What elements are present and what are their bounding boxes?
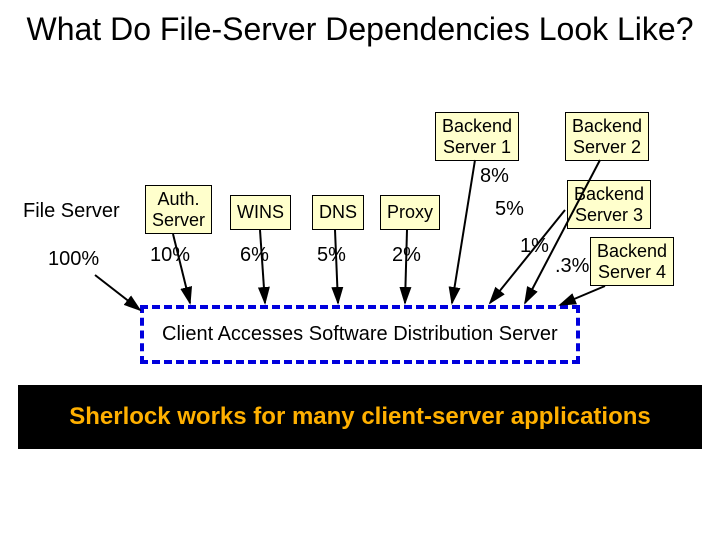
auth-server-box: Auth.Server (145, 185, 212, 234)
pct-8: 8% (480, 165, 509, 188)
pct-6: 6% (240, 244, 269, 267)
backend-server-1-box: BackendServer 1 (435, 112, 519, 161)
backend-server-3-box: BackendServer 3 (567, 180, 651, 229)
client-access-box: Client Accesses Software Distribution Se… (140, 305, 580, 364)
pct-5-b3: 5% (495, 198, 524, 221)
file-server-label: File Server (23, 200, 120, 223)
sherlock-banner: Sherlock works for many client-server ap… (18, 385, 702, 449)
dns-box: DNS (312, 195, 364, 230)
page-title: What Do File-Server Dependencies Look Li… (0, 10, 720, 48)
pct-2: 2% (392, 244, 421, 267)
backend-server-4-box: BackendServer 4 (590, 237, 674, 286)
backend-server-2-box: BackendServer 2 (565, 112, 649, 161)
pct-100: 100% (48, 248, 99, 271)
pct-5-dns: 5% (317, 244, 346, 267)
wins-box: WINS (230, 195, 291, 230)
pct-03: .3% (555, 255, 589, 278)
proxy-box: Proxy (380, 195, 440, 230)
pct-1: 1% (520, 235, 549, 258)
pct-10: 10% (150, 244, 190, 267)
